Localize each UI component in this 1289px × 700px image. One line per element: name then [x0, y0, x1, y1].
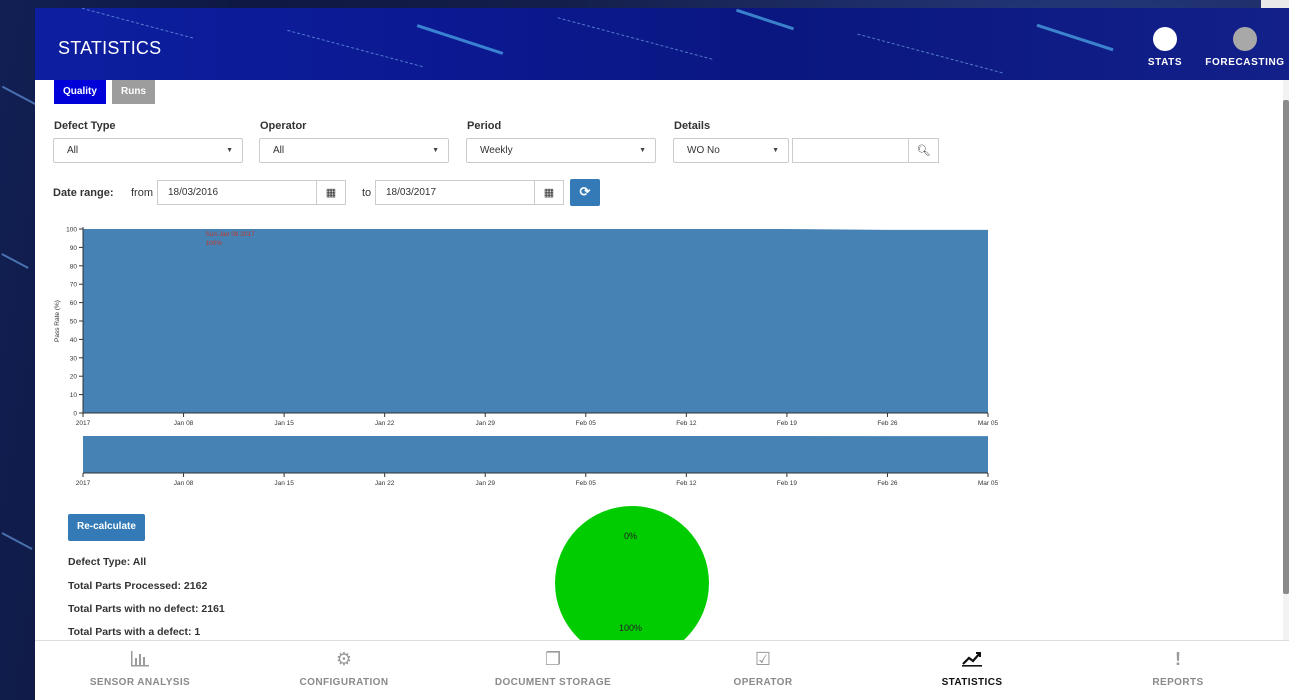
brush-x-tick-label: Feb 19: [777, 480, 798, 487]
pie-label-no-defect: 100%: [619, 623, 642, 633]
defect-pie-chart: 0% 100%: [555, 506, 709, 640]
tooltip-value: 100%: [206, 240, 223, 247]
x-tick-label: Jan 08: [174, 420, 194, 427]
nav-configuration[interactable]: ⚙ CONFIGURATION: [264, 649, 424, 688]
header-decoration: [857, 33, 1003, 74]
nav-operator[interactable]: ☑ OPERATOR: [683, 649, 843, 688]
nav-document-storage[interactable]: ❐ DOCUMENT STORAGE: [473, 649, 633, 688]
brush-x-tick-label: Jan 08: [174, 480, 194, 487]
background-streak: [1, 532, 33, 550]
page-title: STATISTICS: [58, 38, 162, 58]
summary-with-defect: Total Parts with a defect: 1: [68, 626, 201, 638]
background-streak: [1, 85, 39, 107]
x-tick-label: Feb 12: [676, 420, 697, 427]
x-tick-label: Feb 05: [576, 420, 597, 427]
y-axis-label: Pass Rate (%): [54, 300, 61, 342]
y-tick-label: 70: [70, 282, 78, 289]
y-tick-label: 10: [70, 392, 78, 399]
pass-rate-chart: 0 10 20 30 40 50 60 70 80 90 100 Pass Rate (%) 2017 J…: [54, 227, 999, 488]
y-tick-label: 20: [70, 374, 78, 381]
recalculate-button[interactable]: Re-calculate: [68, 514, 145, 541]
y-tick-label: 100: [66, 227, 77, 234]
exclamation-icon: !: [1175, 649, 1181, 669]
nav-label: OPERATOR: [733, 677, 793, 688]
area-series: [83, 229, 988, 413]
pie-slice-no-defect: [555, 506, 709, 640]
documents-icon: ❐: [544, 649, 562, 669]
scrollbar-thumb[interactable]: [1283, 100, 1289, 594]
x-tick-label: Jan 29: [475, 420, 495, 427]
header-decoration: [557, 17, 713, 60]
header-decoration: [287, 29, 423, 68]
y-tick-label: 90: [70, 245, 78, 252]
x-tick-label: Jan 22: [375, 420, 395, 427]
brush-x-tick-label: Jan 15: [274, 480, 294, 487]
summary-no-defect: Total Parts with no defect: 2161: [68, 603, 225, 615]
app-window: STATISTICS STATS FORECASTING Quality Run…: [35, 8, 1289, 700]
nav-label: SENSOR ANALYSIS: [89, 677, 191, 688]
header: STATISTICS STATS FORECASTING: [35, 8, 1289, 80]
brush-area-series: [83, 436, 988, 473]
x-tick-label: Mar 05: [978, 420, 999, 427]
y-tick-label: 60: [70, 300, 78, 307]
nav-reports[interactable]: ! REPORTS: [1098, 649, 1258, 688]
mode-forecasting-label: FORECASTING: [1205, 57, 1285, 68]
scrollbar[interactable]: [1283, 80, 1289, 640]
nav-label: DOCUMENT STORAGE: [494, 677, 612, 688]
summary-total-processed: Total Parts Processed: 2162: [68, 580, 208, 592]
brush-x-tick-label: Feb 26: [877, 480, 898, 487]
brush-chart-area[interactable]: 2017 Jan 08 Jan 15 Jan 22 Jan 29 Feb 05 Feb 12…: [76, 436, 999, 487]
y-tick-label: 80: [70, 263, 78, 270]
header-decoration: [1036, 23, 1114, 52]
nav-label: REPORTS: [1152, 677, 1204, 688]
main-content: Quality Runs Defect Type All ▼ Operator …: [35, 80, 1289, 640]
nav-label: STATISTICS: [941, 677, 1003, 688]
line-chart-icon: [892, 649, 1052, 671]
bar-chart-icon: [60, 649, 220, 671]
y-tick-label: 30: [70, 355, 78, 362]
header-decoration: [736, 8, 794, 31]
brush-x-tick-label: Feb 05: [576, 480, 597, 487]
bottom-nav: SENSOR ANALYSIS ⚙ CONFIGURATION ❐ DOCUME…: [35, 640, 1289, 700]
x-tick-label: Feb 26: [877, 420, 898, 427]
nav-label: CONFIGURATION: [299, 677, 389, 688]
x-tick-label: Feb 19: [777, 420, 798, 427]
header-decoration: [416, 24, 504, 55]
x-tick-label: 2017: [76, 420, 91, 427]
brush-x-tick-label: 2017: [76, 480, 91, 487]
forecasting-indicator-icon: [1233, 27, 1257, 51]
brush-x-tick-label: Jan 29: [475, 480, 495, 487]
y-tick-label: 40: [70, 337, 78, 344]
main-chart-area: 0 10 20 30 40 50 60 70 80 90 100 Pass Rate (%) 2017 J…: [54, 227, 998, 428]
y-tick-label: 50: [70, 319, 78, 326]
nav-statistics[interactable]: STATISTICS: [892, 649, 1052, 688]
brush-x-tick-label: Feb 12: [676, 480, 697, 487]
pie-label-defect: 0%: [624, 531, 637, 541]
summary-defect-type: Defect Type: All: [68, 556, 147, 568]
tooltip-date: Sun Jan 08 2017: [206, 231, 256, 238]
checkbox-icon: ☑: [754, 649, 772, 669]
nav-sensor-analysis[interactable]: SENSOR ANALYSIS: [60, 649, 220, 688]
y-tick-label: 0: [73, 411, 77, 418]
brush-x-tick-label: Mar 05: [978, 480, 999, 487]
header-decoration: [76, 8, 194, 39]
mode-stats-label: STATS: [1147, 57, 1183, 68]
x-tick-label: Jan 15: [274, 420, 294, 427]
gears-icon: ⚙: [335, 649, 353, 669]
background-streak: [1, 253, 29, 269]
mode-stats[interactable]: STATS: [1145, 27, 1185, 68]
mode-forecasting[interactable]: FORECASTING: [1203, 27, 1287, 68]
brush-x-tick-label: Jan 22: [375, 480, 395, 487]
stats-indicator-icon: [1153, 27, 1177, 51]
